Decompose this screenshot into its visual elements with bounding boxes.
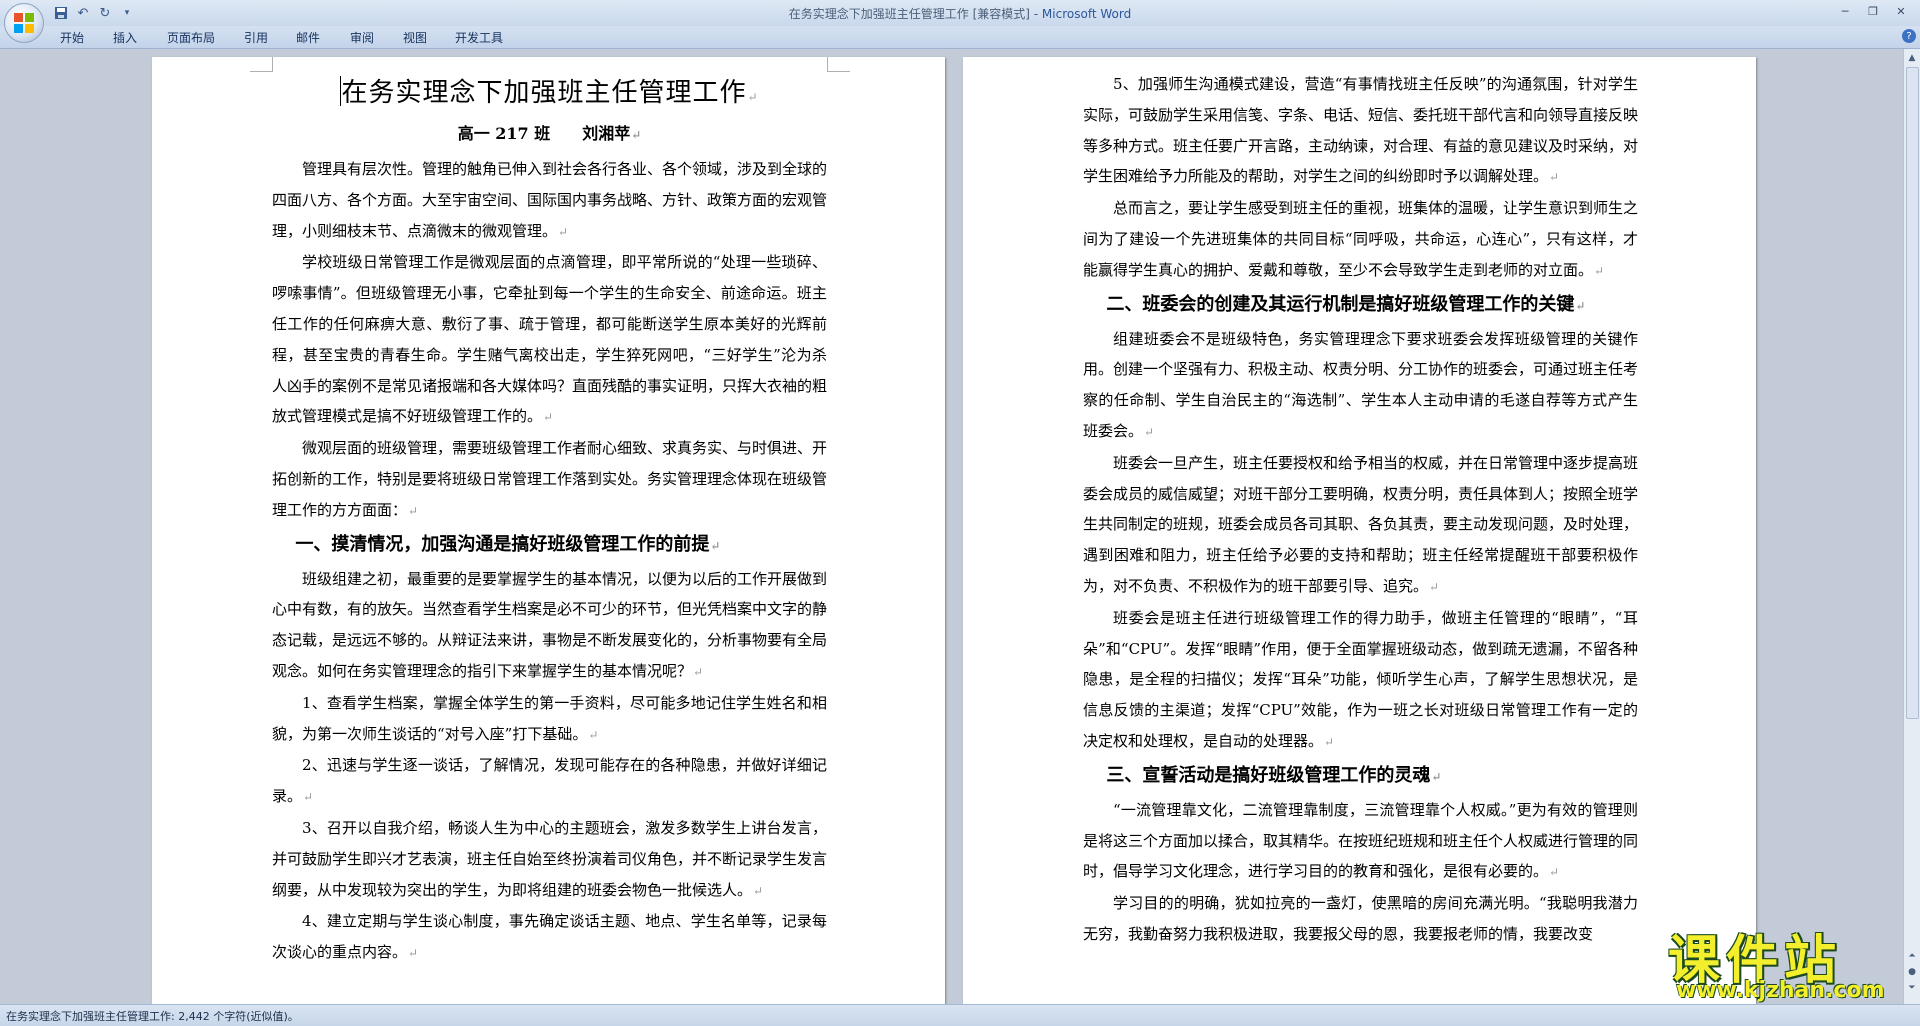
paragraph: 学习目的的明确，犹如拉亮的一盏灯，使黑暗的房间充满光明。“我聪明我潜力无穷，我勤… xyxy=(1083,894,1638,943)
page-content: 5、加强师生沟通模式建设，营造“有事情找班主任反映”的沟通氛围，针对学生实际，可… xyxy=(1083,69,1638,950)
section-heading: 三、宣誓活动是搞好班级管理工作的灵魂↵ xyxy=(1106,764,1442,786)
paragraph: 1、查看学生档案，掌握全体学生的第一手资料，尽可能多地记住学生姓名和相貌，为第一… xyxy=(272,693,827,743)
tab-references[interactable]: 引用 xyxy=(244,29,268,46)
section-heading: 二、班委会的创建及其运行机制是搞好班级管理工作的关键↵ xyxy=(1106,293,1586,315)
section-heading: 一、摸清情况，加强沟通是搞好班级管理工作的前提↵ xyxy=(295,533,721,555)
paragraph: 管理具有层次性。管理的触角已伸入到社会各行各业、各个领域，涉及到全球的四面八方、… xyxy=(272,160,828,240)
restore-icon[interactable]: ❐ xyxy=(1860,3,1886,19)
scrollbar-thumb[interactable] xyxy=(1906,67,1919,719)
scroll-up-icon[interactable]: ▲ xyxy=(1906,51,1918,65)
paragraph: 总而言之，要让学生感受到班主任的重视，班集体的温暖，让学生意识到师生之间为了建设… xyxy=(1083,199,1639,279)
status-bar: 在务实理念下加强班主任管理工作: 2,442 个字符(近似值)。 xyxy=(0,1004,1920,1026)
ribbon-tabs: 开始 插入 页面布局 引用 邮件 审阅 视图 开发工具 ? xyxy=(0,26,1920,49)
tab-review[interactable]: 审阅 xyxy=(350,29,374,46)
tab-page-layout[interactable]: 页面布局 xyxy=(167,29,215,46)
paragraph: 班委会一旦产生，班主任要授权和给予相当的权威，并在日常管理中逐步提高班委会成员的… xyxy=(1083,453,1639,595)
paragraph: 微观层面的班级管理，需要班级管理工作者耐心细致、求真务实、与时俱进、开拓创新的工… xyxy=(272,439,828,519)
paragraph: 4、建立定期与学生谈心制度，事先确定谈话主题、地点、学生名单等，记录每次谈心的重… xyxy=(272,912,827,962)
paragraph: 3、召开以自我介绍，畅谈人生为中心的主题班会，激发多数学生上讲台发言，并可鼓励学… xyxy=(272,818,828,899)
window-title-doc: 在务实理念下加强班主任管理工作 [兼容模式] - xyxy=(788,7,1042,21)
document-page-left[interactable]: 在务实理念下加强班主任管理工作↵ 高一 217 班 刘湘苹↵ 管理具有层次性。管… xyxy=(152,57,945,1004)
tab-home[interactable]: 开始 xyxy=(60,29,84,46)
window-controls: ─ ❐ ✕ xyxy=(1832,3,1914,19)
minimize-icon[interactable]: ─ xyxy=(1832,3,1858,19)
close-icon[interactable]: ✕ xyxy=(1888,3,1914,19)
window-title: 在务实理念下加强班主任管理工作 [兼容模式] - Microsoft Word xyxy=(0,5,1920,22)
watermark-url: www.kjzhan.com xyxy=(1676,978,1885,1003)
paragraph: 5、加强师生沟通模式建设，营造“有事情找班主任反映”的沟通氛围，针对学生实际，可… xyxy=(1083,75,1639,186)
help-icon[interactable]: ? xyxy=(1902,29,1916,43)
document-area: 在务实理念下加强班主任管理工作↵ 高一 217 班 刘湘苹↵ 管理具有层次性。管… xyxy=(0,49,1904,1004)
office-button[interactable] xyxy=(4,3,44,43)
office-logo-icon xyxy=(14,13,34,33)
tab-developer[interactable]: 开发工具 xyxy=(455,29,503,46)
watermark-logo: 课件站 www.kjzhan.com xyxy=(1668,918,1908,1006)
word-count-status[interactable]: 在务实理念下加强班主任管理工作: 2,442 个字符(近似值)。 xyxy=(6,1008,299,1024)
title-bar: ↶ ↻ ▾ 在务实理念下加强班主任管理工作 [兼容模式] - Microsoft… xyxy=(0,0,1920,43)
vertical-scrollbar[interactable]: ▲ ⏶ ● ⏷ xyxy=(1903,49,1920,1004)
paragraph: “一流管理靠文化，二流管理靠制度，三流管理靠个人权威。”更为有效的管理则是将这三… xyxy=(1083,800,1639,881)
margin-corner xyxy=(827,57,850,72)
document-title: 在务实理念下加强班主任管理工作↵ xyxy=(340,76,759,108)
paragraph: 班委会是班主任进行班级管理工作的得力助手，做班主任管理的“眼睛”，“耳朵”和“C… xyxy=(1083,608,1638,750)
tab-insert[interactable]: 插入 xyxy=(113,29,137,46)
paragraph: 组建班委会不是班级特色，务实管理理念下要求班委会发挥班级管理的关键作用。创建一个… xyxy=(1083,329,1639,440)
margin-corner xyxy=(250,57,273,72)
paragraph: 2、迅速与学生逐一谈话，了解情况，发现可能存在的各种隐患，并做好详细记录。↵ xyxy=(272,756,827,806)
window-title-app: Microsoft Word xyxy=(1041,7,1132,21)
tab-mailings[interactable]: 邮件 xyxy=(296,29,320,46)
document-page-right[interactable]: 5、加强师生沟通模式建设，营造“有事情找班主任反映”的沟通氛围，针对学生实际，可… xyxy=(963,57,1756,1004)
paragraph: 班级组建之初，最重要的是要掌握学生的基本情况，以便为以后的工作开展做到心中有数，… xyxy=(272,569,828,680)
document-subtitle: 高一 217 班 刘湘苹↵ xyxy=(457,124,642,143)
paragraph: 学校班级日常管理工作是微观层面的点滴管理，即平常所说的“处理一些琐碎、啰嗦事情”… xyxy=(272,253,828,426)
tab-view[interactable]: 视图 xyxy=(403,29,427,46)
page-content: 在务实理念下加强班主任管理工作↵ 高一 217 班 刘湘苹↵ 管理具有层次性。管… xyxy=(272,65,827,969)
